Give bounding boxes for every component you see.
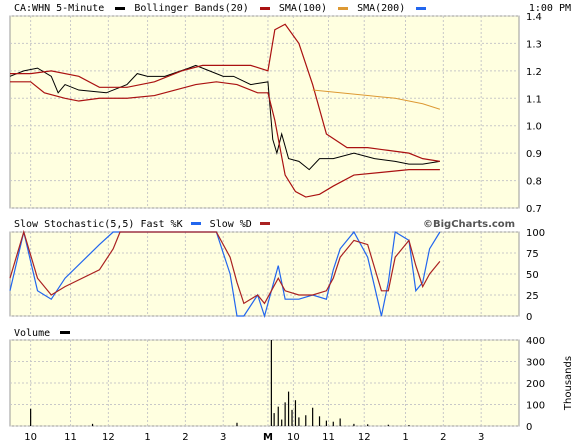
x-tick-label-8: 11	[322, 432, 335, 443]
sma200-label: SMA(200)	[357, 3, 406, 14]
sma200-swatch	[416, 6, 427, 10]
stoch-title: Slow Stochastic(5,5)	[14, 219, 135, 230]
price-legend: CA:WHN 5-Minute Bollinger Bands(20) SMA(…	[14, 3, 429, 15]
symbol-label: CA:WHN 5-Minute	[14, 3, 105, 14]
y-tick-label-1-3: 25	[526, 291, 539, 302]
price-panel	[9, 15, 520, 209]
x-tick-label-5: 3	[220, 432, 226, 443]
y-tick-label-0-5: 0.9	[526, 149, 542, 160]
price-swatch	[115, 6, 126, 10]
x-tick-label-11: 2	[440, 432, 446, 443]
y-tick-label-2-4: 0	[526, 422, 532, 433]
x-tick-label-1: 11	[64, 432, 77, 443]
y-tick-label-2-2: 200	[526, 379, 545, 390]
x-tick-label-0: 10	[24, 432, 37, 443]
bollinger-swatch	[259, 6, 270, 10]
y-tick-label-1-0: 100	[526, 228, 545, 239]
x-tick-label-12: 3	[478, 432, 484, 443]
x-tick-label-9: 12	[358, 432, 371, 443]
x-tick-label-7: 10	[287, 432, 300, 443]
y-tick-label-0-2: 1.2	[526, 67, 542, 78]
chart-root: 1.4 1.3 1.2 1.1 1.0 0.9 0.8 0.7 100 75 50 25 0 400 300…	[0, 0, 579, 444]
x-tick-label-6: M	[263, 432, 273, 443]
slow-d-swatch	[259, 222, 270, 225]
sma100-label: SMA(100)	[278, 3, 327, 14]
y-tick-label-2-3: 100	[526, 401, 545, 412]
time-label: 1:00 PM	[528, 3, 571, 14]
y-tick-label-0-3: 1.1	[526, 94, 542, 105]
y-tick-label-0-1: 1.3	[526, 39, 542, 50]
y-tick-label-2-0: 400	[526, 336, 545, 347]
fast-k-swatch	[190, 222, 201, 225]
y-tick-label-1-2: 50	[526, 270, 539, 281]
volume-legend: Volume	[14, 328, 73, 339]
y-tick-label-2-1: 300	[526, 358, 545, 369]
y-tick-label-1-4: 0	[526, 312, 532, 323]
x-tick-label-2: 12	[102, 432, 115, 443]
volume-swatch	[60, 331, 71, 334]
bollinger-label: Bollinger Bands(20)	[134, 3, 249, 14]
sma100-swatch	[338, 6, 349, 10]
y-tick-label-0-4: 1.0	[526, 122, 542, 133]
fast-k-label: Fast %K	[140, 219, 183, 230]
x-tick-label-4: 2	[182, 432, 188, 443]
volume-unit-label: Thousands	[563, 356, 574, 411]
x-tick-label-3: 1	[144, 432, 150, 443]
y-tick-label-0-6: 0.8	[526, 177, 542, 188]
x-tick-label-10: 1	[402, 432, 408, 443]
y-tick-label-0-7: 0.7	[526, 204, 542, 215]
volume-title: Volume	[14, 328, 51, 339]
stoch-legend: Slow Stochastic(5,5) Fast %K Slow %D	[14, 219, 273, 230]
y-tick-label-1-1: 75	[526, 249, 539, 260]
slow-d-label: Slow %D	[209, 219, 252, 230]
bigcharts-credit: ©BigCharts.com	[423, 219, 516, 230]
